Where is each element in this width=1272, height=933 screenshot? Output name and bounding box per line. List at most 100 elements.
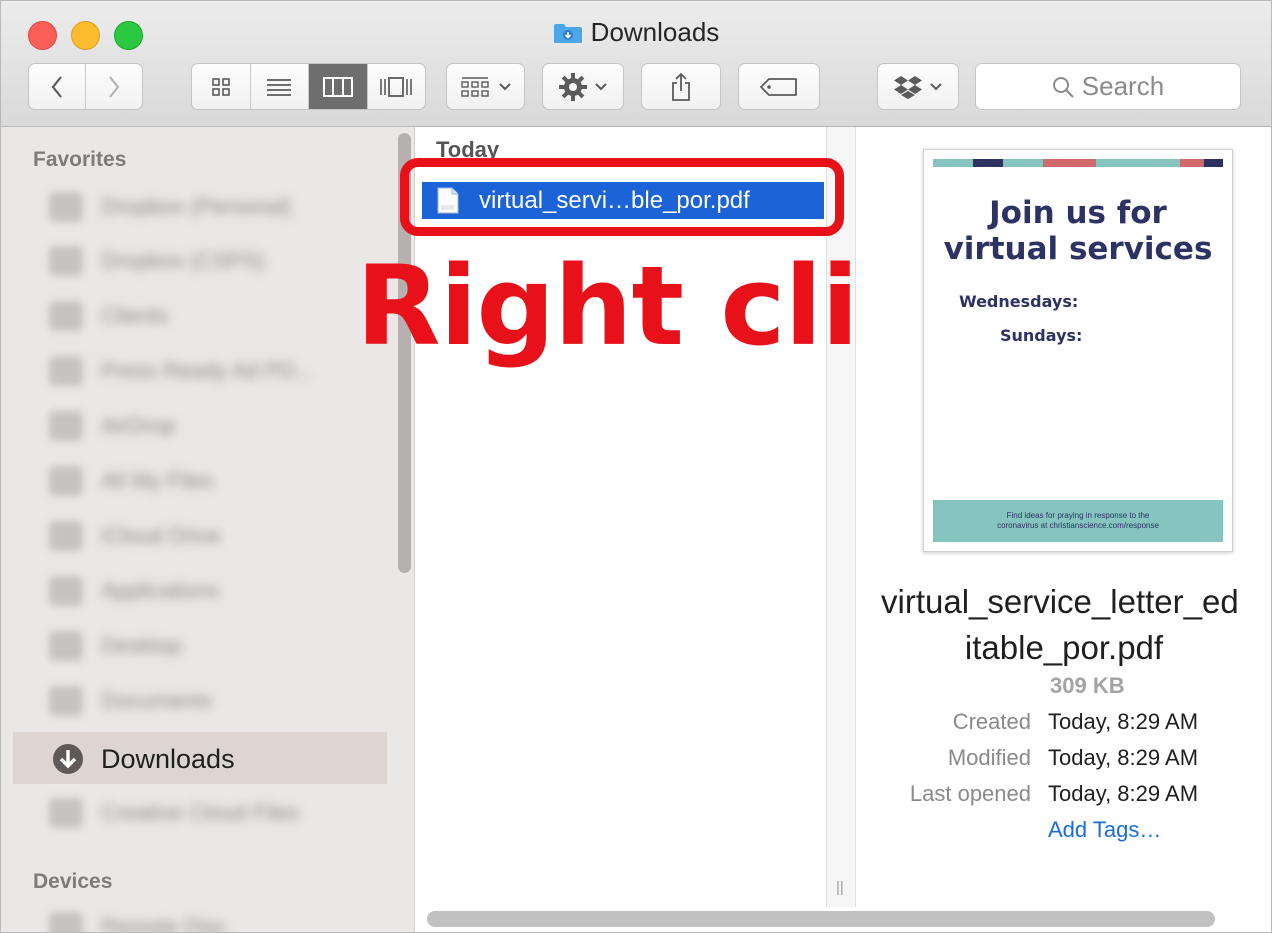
last-opened-label: Last opened (909, 781, 1031, 806)
thumbnail-stripe (973, 159, 1003, 167)
applications-icon (49, 576, 83, 606)
arrange-icon (460, 76, 489, 97)
disc-icon (49, 912, 83, 932)
chevron-right-icon (109, 75, 120, 98)
icon-view-icon (211, 77, 230, 96)
sidebar-item-dropbox-personal[interactable]: Dropbox (Personal) (49, 187, 292, 227)
thumbnail-title-line2: virtual services (943, 231, 1213, 267)
modified-value: Today, 8:29 AM (1048, 745, 1199, 770)
add-tags-link[interactable]: Add Tags… (1048, 817, 1161, 843)
sidebar-item-press-ready[interactable]: Press Ready Ad PD... (49, 351, 314, 391)
sidebar-item-label: Dropbox (Personal) (101, 194, 292, 219)
folder-icon (49, 246, 83, 276)
sidebar-item-label: Desktop (101, 633, 182, 658)
created-label: Created (952, 709, 1031, 734)
back-button[interactable] (29, 64, 86, 109)
folder-icon (49, 356, 83, 386)
thumbnail-stripe (1003, 159, 1043, 167)
thumbnail-title-line1: Join us for (989, 195, 1167, 231)
sidebar-item-label: iCloud Drive (101, 523, 221, 548)
thumbnail-footer-line2: coronavirus at christianscience.com/resp… (997, 521, 1159, 530)
search-input[interactable]: Search (975, 63, 1241, 110)
sidebar-item-label: Press Ready Ad PD... (101, 358, 314, 383)
desktop-icon (49, 631, 83, 661)
downloads-icon (53, 744, 83, 774)
documents-icon (49, 686, 83, 716)
preview-filename-line1: virtual_service_letter_ed (881, 583, 1239, 620)
folder-icon (49, 192, 83, 222)
sidebar-item-applications[interactable]: Applications (49, 571, 220, 611)
annotation-highlight-box (400, 158, 844, 236)
sidebar-item-downloads[interactable]: Downloads (51, 739, 235, 779)
dropbox-menu-button[interactable] (877, 63, 959, 110)
chevron-left-icon (51, 75, 62, 98)
creative-cloud-icon (49, 798, 83, 828)
sidebar-heading-favorites: Favorites (33, 148, 127, 171)
sidebar-item-desktop[interactable]: Desktop (49, 626, 182, 666)
thumbnail-stripe (933, 159, 973, 167)
chevron-down-icon (595, 82, 607, 90)
icon-view-button[interactable] (192, 64, 251, 109)
sidebar-item-icloud-drive[interactable]: iCloud Drive (49, 516, 221, 556)
list-view-icon (267, 78, 292, 96)
pdf-thumbnail: Join us for virtual services Wednesdays:… (923, 149, 1233, 552)
cover-flow-icon (380, 76, 413, 97)
thumbnail-sundays: Sundays: (1000, 326, 1083, 345)
last-opened-value: Today, 8:29 AM (1048, 781, 1199, 806)
thumbnail-title: Join us for virtual services (924, 195, 1232, 267)
window-title-text: Downloads (590, 17, 720, 47)
sidebar-item-remote-disc[interactable]: Remote Disc (49, 907, 227, 933)
dropbox-icon (894, 75, 922, 99)
file-group-label: Today (436, 137, 500, 159)
chevron-down-icon (930, 82, 942, 90)
downloads-folder-icon (553, 24, 582, 43)
sidebar-item-all-my-files[interactable]: All My Files (49, 461, 213, 501)
chevron-down-icon (498, 82, 511, 90)
folder-icon (49, 301, 83, 331)
sidebar-item-label: Creative Cloud Files (101, 800, 300, 825)
tag-button[interactable] (738, 63, 820, 110)
window-title: Downloads (1, 17, 1271, 48)
sidebar-item-label: Downloads (101, 743, 235, 774)
thumbnail-footer: Find ideas for praying in response to th… (933, 500, 1223, 542)
horizontal-scrollbar[interactable] (427, 911, 1215, 927)
preview-file-size: 309 KB (1050, 673, 1125, 698)
resize-grip-icon: || (836, 879, 844, 896)
sidebar-item-dropbox-csps[interactable]: Dropbox (CSPS) (49, 241, 265, 281)
search-placeholder: Search (1081, 71, 1165, 101)
share-button[interactable] (641, 63, 721, 110)
tag-icon (760, 77, 797, 96)
created-value: Today, 8:29 AM (1048, 709, 1199, 734)
history-navigation (28, 63, 143, 110)
action-menu-button[interactable] (542, 63, 624, 110)
thumbnail-wednesdays: Wednesdays: (959, 292, 1079, 311)
arrange-menu-button[interactable] (446, 63, 525, 110)
gear-icon (559, 72, 587, 101)
forward-button[interactable] (86, 64, 142, 109)
sidebar-item-label: Dropbox (CSPS) (101, 248, 265, 273)
thumbnail-stripe (1204, 159, 1223, 167)
share-icon (672, 72, 690, 101)
search-icon (1052, 76, 1074, 98)
sidebar-item-documents[interactable]: Documents (49, 681, 212, 721)
thumbnail-stripe (1096, 159, 1180, 167)
thumbnail-stripe (1043, 159, 1096, 167)
finder-window: Downloads Search Favorites Dropbox (Pers… (0, 0, 1272, 933)
sidebar-item-airdrop[interactable]: AirDrop (49, 406, 176, 446)
sidebar-item-clients[interactable]: Clients (49, 296, 168, 336)
cover-flow-button[interactable] (368, 64, 426, 109)
airdrop-icon (49, 411, 83, 441)
modified-label: Modified (947, 745, 1031, 770)
sidebar-item-label: Applications (101, 578, 220, 603)
sidebar-item-label: All My Files (101, 468, 214, 493)
cloud-icon (49, 521, 83, 551)
view-mode-control (191, 63, 426, 110)
sidebar-item-label: Remote Disc (101, 914, 227, 933)
preview-filename-line2: itable_por.pdf (964, 629, 1164, 666)
sidebar-item-creative-cloud[interactable]: Creative Cloud Files (49, 793, 299, 833)
sidebar-item-label: AirDrop (101, 413, 176, 438)
thumbnail-footer-line1: Find ideas for praying in response to th… (1006, 511, 1150, 520)
list-view-button[interactable] (251, 64, 309, 109)
sidebar-item-label: Documents (101, 688, 213, 713)
column-view-button[interactable] (309, 64, 368, 109)
